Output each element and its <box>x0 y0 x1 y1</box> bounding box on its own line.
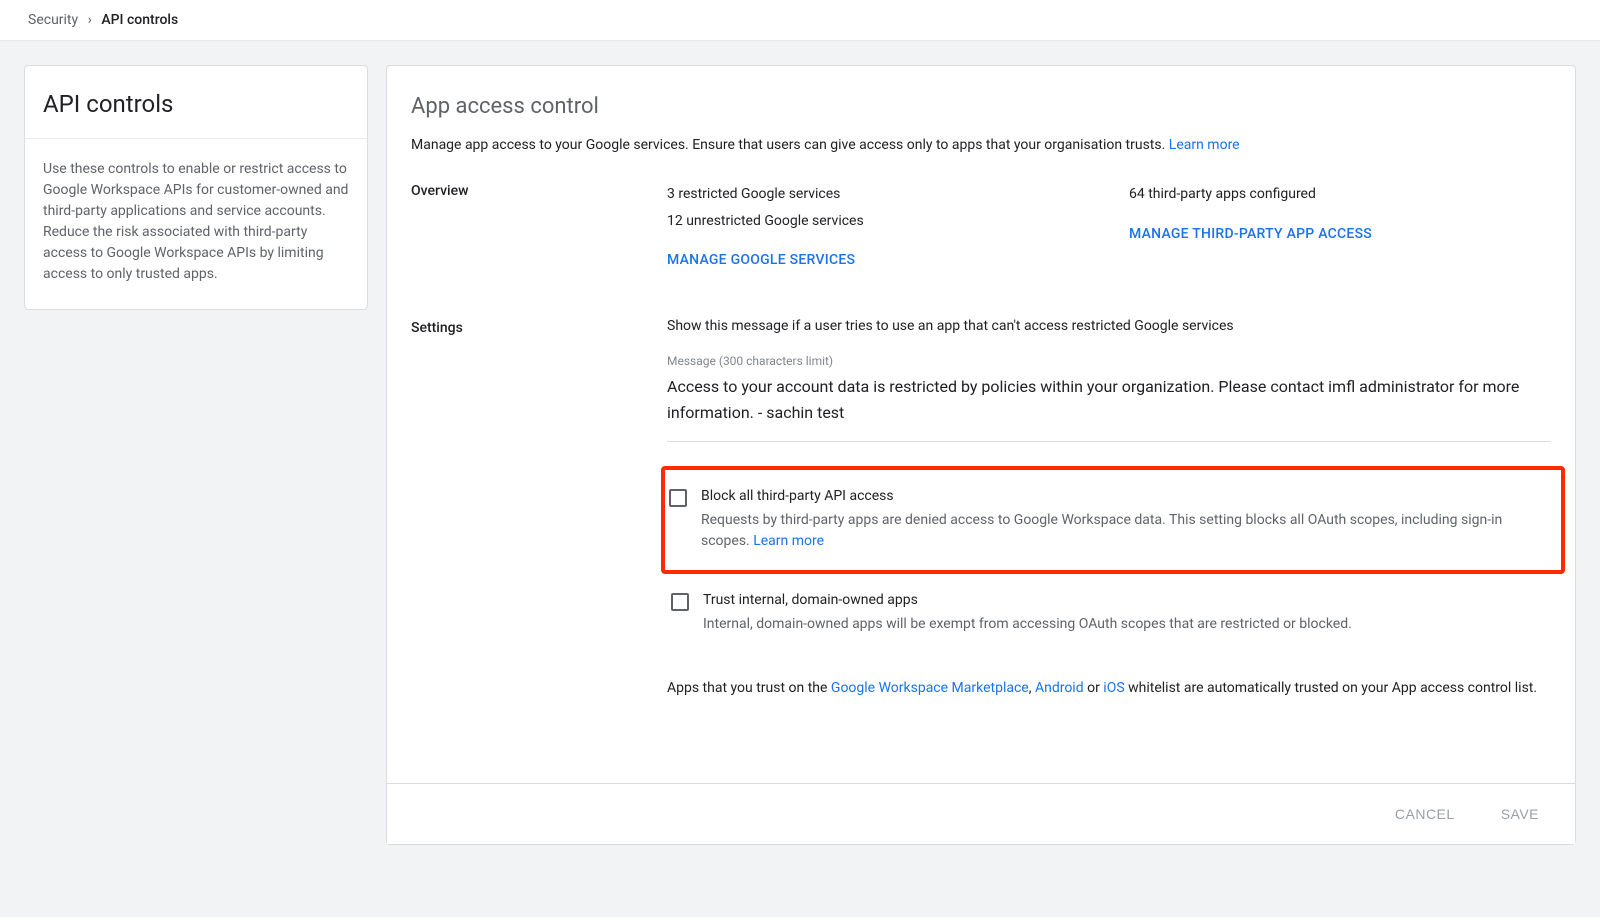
settings-intro: Show this message if a user tries to use… <box>667 318 1551 334</box>
settings-section: Settings Show this message if a user tri… <box>411 318 1551 700</box>
footer-bar: CANCEL SAVE <box>387 783 1575 844</box>
unrestricted-services-count: 12 unrestricted Google services <box>667 208 1089 235</box>
marketplace-link[interactable]: Google Workspace Marketplace <box>831 680 1029 696</box>
trust-internal-desc: Internal, domain-owned apps will be exem… <box>703 614 1547 635</box>
block-thirdparty-checkbox[interactable] <box>669 489 687 507</box>
breadcrumb-current: API controls <box>101 12 178 28</box>
trust-internal-option: Trust internal, domain-owned apps Intern… <box>667 580 1551 649</box>
settings-label: Settings <box>411 318 667 336</box>
save-button[interactable]: SAVE <box>1493 800 1547 828</box>
side-card-header: API controls <box>25 66 367 139</box>
page-title: App access control <box>411 94 1551 119</box>
overview-thirdparty-col: 64 third-party apps configured MANAGE TH… <box>1129 181 1551 268</box>
side-info-card: API controls Use these controls to enabl… <box>24 65 368 310</box>
page-description: Manage app access to your Google service… <box>411 137 1551 153</box>
block-thirdparty-desc: Requests by third-party apps are denied … <box>701 510 1551 552</box>
block-thirdparty-option: Block all third-party API access Request… <box>661 466 1565 574</box>
breadcrumb-parent[interactable]: Security <box>28 12 78 28</box>
side-card-body: Use these controls to enable or restrict… <box>25 139 367 309</box>
overview-label: Overview <box>411 181 667 199</box>
ios-link[interactable]: iOS <box>1103 680 1124 696</box>
overview-google-col: 3 restricted Google services 12 unrestri… <box>667 181 1089 268</box>
chevron-right-icon: › <box>88 12 92 28</box>
block-learn-more-link[interactable]: Learn more <box>753 533 824 549</box>
message-field-value[interactable]: Access to your account data is restricte… <box>667 374 1551 442</box>
block-thirdparty-label: Block all third-party API access <box>701 488 1551 504</box>
android-link[interactable]: Android <box>1035 680 1084 696</box>
learn-more-link[interactable]: Learn more <box>1169 137 1240 153</box>
message-field-caption: Message (300 characters limit) <box>667 354 1551 368</box>
main-card: App access control Manage app access to … <box>386 65 1576 845</box>
overview-section: Overview 3 restricted Google services 12… <box>411 181 1551 268</box>
restricted-services-count: 3 restricted Google services <box>667 181 1089 208</box>
side-card-title: API controls <box>43 90 349 118</box>
page-body: API controls Use these controls to enabl… <box>0 41 1600 917</box>
trust-internal-checkbox[interactable] <box>671 593 689 611</box>
trust-whitelist-note: Apps that you trust on the Google Worksp… <box>667 677 1551 699</box>
breadcrumb: Security › API controls <box>0 0 1600 41</box>
cancel-button[interactable]: CANCEL <box>1387 800 1463 828</box>
manage-thirdparty-access-link[interactable]: MANAGE THIRD-PARTY APP ACCESS <box>1129 226 1372 242</box>
trust-internal-label: Trust internal, domain-owned apps <box>703 592 1547 608</box>
manage-google-services-link[interactable]: MANAGE GOOGLE SERVICES <box>667 252 855 268</box>
thirdparty-apps-count: 64 third-party apps configured <box>1129 181 1551 208</box>
